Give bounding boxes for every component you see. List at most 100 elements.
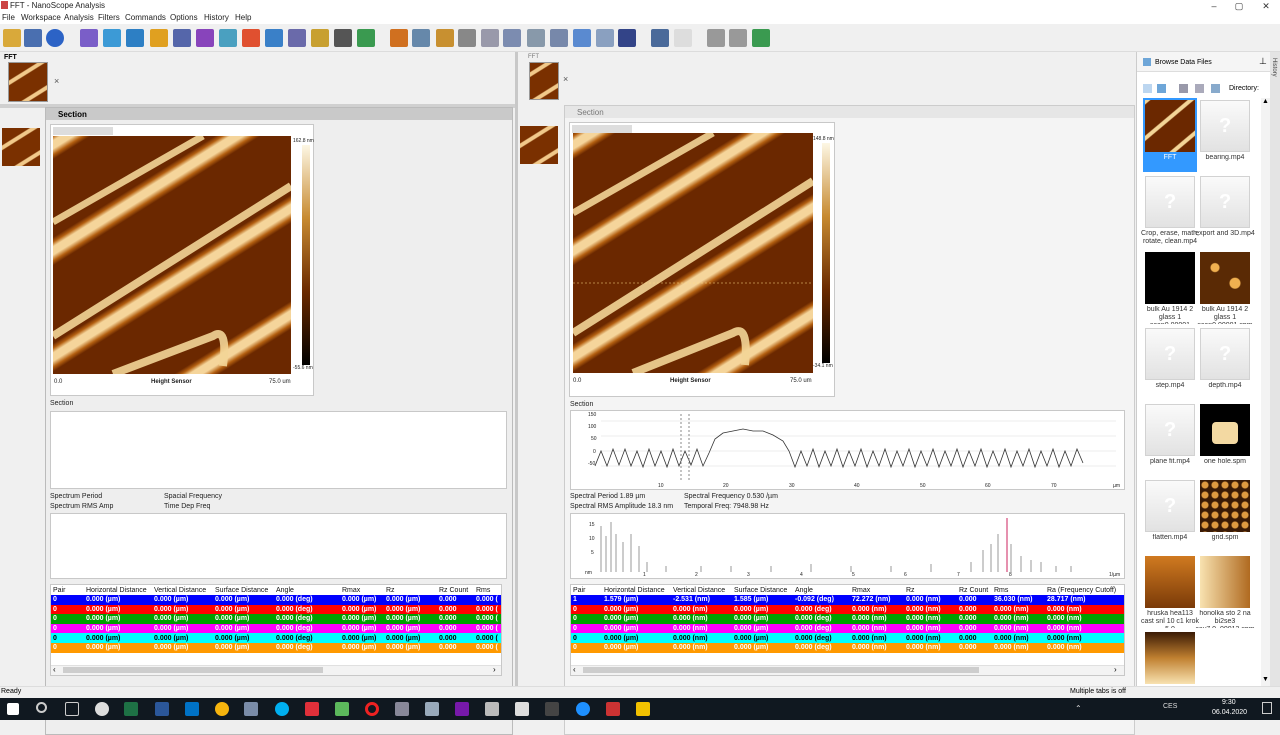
- table-row[interactable]: 0 0.000 (µm) 0.000 (nm) 0.000 (µm) 0.000 (de…: [571, 604, 1124, 615]
- stats-tool-icon[interactable]: [596, 29, 614, 47]
- tab-fft-left[interactable]: [8, 62, 48, 102]
- history-side-tab[interactable]: History: [1270, 52, 1280, 686]
- table-scrollbar-right[interactable]: ‹ ›: [571, 665, 1124, 675]
- app-icon[interactable]: [606, 702, 620, 716]
- layout-page-icon[interactable]: [674, 29, 692, 47]
- flatten-tool-icon[interactable]: [265, 29, 283, 47]
- section-tool-icon[interactable]: [390, 29, 408, 47]
- app-icon[interactable]: [335, 702, 349, 716]
- search-icon[interactable]: [36, 702, 47, 713]
- table-row[interactable]: 0 0.000 (µm) 0.000 (µm) 0.000 (µm) 0.000 (de…: [51, 623, 501, 634]
- plane-tool-icon[interactable]: [219, 29, 237, 47]
- help-icon[interactable]: [46, 29, 64, 47]
- file-item[interactable]: honolka sto 2 na bi2se3 cav7.0_00013.spm: [1195, 554, 1255, 628]
- 3d-view-icon[interactable]: [573, 29, 591, 47]
- close-tab-icon[interactable]: ×: [563, 74, 568, 84]
- file-item[interactable]: flatten.mp4: [1143, 478, 1197, 552]
- column-header[interactable]: Horizontal Distance: [84, 585, 152, 595]
- menu-analysis[interactable]: Analysis: [64, 13, 94, 22]
- menu-file[interactable]: File: [2, 13, 15, 22]
- afm-image-right[interactable]: [573, 133, 813, 373]
- app-icon[interactable]: [425, 702, 439, 716]
- histogram-tool-icon[interactable]: [527, 29, 545, 47]
- file-item[interactable]: plane fit.mp4: [1143, 402, 1197, 476]
- history-tab-label[interactable]: History: [1271, 58, 1277, 77]
- save-icon[interactable]: [24, 29, 42, 47]
- menu-workspace[interactable]: Workspace: [21, 13, 61, 22]
- column-header[interactable]: Horizontal Distance: [602, 585, 671, 595]
- column-header[interactable]: Pair: [51, 585, 84, 595]
- section-profile-left[interactable]: [50, 411, 507, 489]
- depth-tool-icon[interactable]: [334, 29, 352, 47]
- maximize-button[interactable]: ▢: [1227, 0, 1251, 12]
- file-item[interactable]: hruska hea113 cast snl 10 c1 krok 5.0: [1141, 554, 1199, 628]
- language-indicator[interactable]: CES: [1163, 703, 1177, 710]
- menu-filters[interactable]: Filters: [98, 13, 120, 22]
- scroll-thumb[interactable]: [583, 667, 979, 673]
- close-button[interactable]: ✕: [1254, 0, 1278, 12]
- column-header[interactable]: Surface Distance: [213, 585, 274, 595]
- file-item[interactable]: grid.spm: [1198, 478, 1252, 552]
- filter-icon[interactable]: [1195, 84, 1204, 93]
- particle-tool-icon[interactable]: [458, 29, 476, 47]
- scroll-down-icon[interactable]: ▼: [1262, 676, 1269, 683]
- app-icon[interactable]: [305, 702, 319, 716]
- redo-icon[interactable]: [729, 29, 747, 47]
- column-header[interactable]: Pair: [571, 585, 602, 595]
- filter-tool-icon[interactable]: [150, 29, 168, 47]
- section-profile-right[interactable]: 150 100 50 0 -50 10 20 30 40 50 60 70 µm: [570, 410, 1125, 490]
- pin-icon[interactable]: ⊥: [1259, 56, 1267, 67]
- file-item[interactable]: FFT: [1143, 98, 1197, 172]
- afm-image-left[interactable]: [53, 136, 291, 374]
- menu-history[interactable]: History: [204, 13, 229, 22]
- table-row[interactable]: 0 0.000 (µm) 0.000 (nm) 0.000 (µm) 0.000 (de…: [571, 633, 1124, 643]
- file-item[interactable]: Crop, erase, math, rotate, clean.mp4: [1141, 174, 1199, 248]
- bearing-tool-icon[interactable]: [436, 29, 454, 47]
- column-header[interactable]: Rz: [384, 585, 437, 595]
- file-item[interactable]: step.mp4: [1143, 326, 1197, 400]
- clock-time[interactable]: 9:30: [1222, 699, 1236, 706]
- notification-icon[interactable]: [1262, 702, 1272, 714]
- table-row[interactable]: 0 0.000 (µm) 0.000 (µm) 0.000 (µm) 0.000 (de…: [51, 614, 501, 624]
- table-scrollbar-left[interactable]: ‹ ›: [51, 665, 501, 675]
- column-header[interactable]: Rmax: [850, 585, 904, 595]
- app-icon[interactable]: [545, 702, 559, 716]
- scroll-right-icon[interactable]: ›: [1114, 665, 1117, 674]
- table-row[interactable]: 0 0.000 (µm) 0.000 (µm) 0.000 (µm) 0.000 (de…: [51, 604, 501, 615]
- app-icon[interactable]: [95, 702, 109, 716]
- opera-icon[interactable]: [365, 702, 379, 716]
- table-row[interactable]: 0 0.000 (µm) 0.000 (nm) 0.000 (µm) 0.000 (de…: [571, 623, 1124, 634]
- skype-icon[interactable]: [275, 702, 289, 716]
- folder-up-icon[interactable]: [1179, 84, 1188, 93]
- table-row[interactable]: 1 1.579 (µm) -2.531 (nm) 1.585 (µm) -0.092 (…: [571, 595, 1124, 605]
- column-header[interactable]: Vertical Distance: [152, 585, 213, 595]
- app-icon[interactable]: [485, 702, 499, 716]
- start-icon[interactable]: [7, 703, 19, 715]
- scroll-right-icon[interactable]: ›: [493, 665, 496, 674]
- add-history-icon[interactable]: [752, 29, 770, 47]
- calculator-icon[interactable]: [515, 702, 529, 716]
- image-toolbar-right[interactable]: [572, 125, 632, 133]
- thumb-view-icon[interactable]: [1157, 84, 1166, 93]
- fft-tool-icon[interactable]: [481, 29, 499, 47]
- scroll-thumb[interactable]: [63, 667, 323, 673]
- erase-tool-icon[interactable]: [288, 29, 306, 47]
- edge-icon[interactable]: [576, 702, 590, 716]
- word-icon[interactable]: [155, 702, 169, 716]
- image-tool-icon[interactable]: [80, 29, 98, 47]
- step-tool-icon[interactable]: [311, 29, 329, 47]
- app-icon[interactable]: [395, 702, 409, 716]
- tab-fft-right[interactable]: [529, 62, 559, 100]
- outlook-icon[interactable]: [185, 702, 199, 716]
- file-item[interactable]: bulk Au 1914 2 glass 1 scan0.00001.spm: [1197, 250, 1253, 324]
- export-tool-icon[interactable]: [618, 29, 636, 47]
- file-item[interactable]: export and 3D.mp4: [1195, 174, 1255, 248]
- table-row[interactable]: 0 0.000 (µm) 0.000 (µm) 0.000 (µm) 0.000 (de…: [51, 595, 501, 605]
- mask-tool-icon[interactable]: [357, 29, 375, 47]
- depth-analysis-icon[interactable]: [550, 29, 568, 47]
- column-header[interactable]: Rz Count: [437, 585, 474, 595]
- column-header[interactable]: Angle: [793, 585, 850, 595]
- table-row[interactable]: 0 0.000 (µm) 0.000 (µm) 0.000 (µm) 0.000 (de…: [51, 633, 501, 643]
- task-view-icon[interactable]: [65, 702, 79, 716]
- undo-icon[interactable]: [707, 29, 725, 47]
